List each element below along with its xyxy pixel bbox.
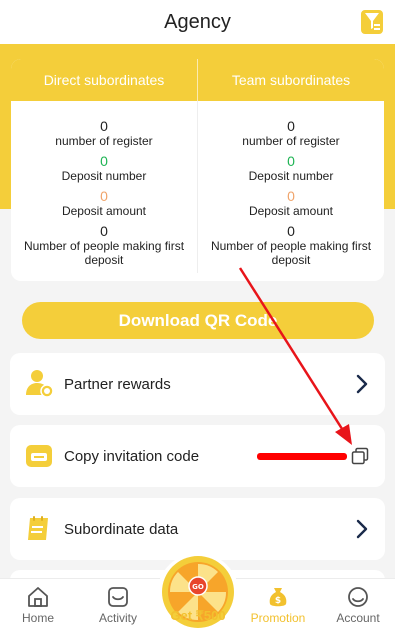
direct-deposit-amount: 0 Deposit amount <box>11 188 197 219</box>
stat-value: 0 <box>100 188 108 204</box>
partner-rewards-label: Partner rewards <box>64 375 171 393</box>
chevron-right-icon <box>356 374 368 394</box>
card-body: 0 number of register 0 Deposit number 0 … <box>11 101 384 273</box>
stat-label: number of register <box>55 134 153 148</box>
filter-icon[interactable] <box>361 10 383 34</box>
home-icon <box>28 587 48 607</box>
team-subordinates-title: Team subordinates <box>197 59 384 101</box>
activity-icon <box>108 587 128 607</box>
redacted-invitation-code <box>257 453 347 460</box>
stat-value: 0 <box>100 223 108 239</box>
chevron-right-icon <box>356 519 368 539</box>
subordinate-data-row[interactable]: Subordinate data <box>10 498 385 560</box>
page-title: Agency <box>164 10 231 33</box>
team-deposit-number: 0 Deposit number <box>198 153 384 184</box>
download-qr-code-button[interactable]: Download QR Code <box>22 302 374 339</box>
stat-label: Deposit number <box>61 169 147 183</box>
tab-account[interactable]: Account <box>328 585 388 625</box>
team-first-deposit: 0 Number of people making first deposit <box>198 223 384 268</box>
tab-activity[interactable]: Activity <box>88 585 148 625</box>
stat-value: 0 <box>287 223 295 239</box>
team-deposit-amount: 0 Deposit amount <box>198 188 384 219</box>
card-header: Direct subordinates Team subordinates <box>11 59 384 101</box>
direct-subordinates-title: Direct subordinates <box>43 72 165 88</box>
stat-value: 0 <box>287 118 295 134</box>
subordinate-data-label: Subordinate data <box>64 520 179 538</box>
team-register: 0 number of register <box>198 118 384 149</box>
money-bag-icon: $ <box>269 588 287 607</box>
stat-value: 0 <box>100 118 108 134</box>
team-column: 0 number of register 0 Deposit number 0 … <box>197 101 384 273</box>
invitation-icon <box>26 445 52 467</box>
tab-home[interactable]: Home <box>8 585 68 625</box>
partner-rewards-row[interactable]: Partner rewards <box>10 353 385 415</box>
subordinates-card: Direct subordinates Team subordinates 0 … <box>11 59 384 281</box>
direct-deposit-number: 0 Deposit number <box>11 153 197 184</box>
stat-value: 0 <box>287 188 295 204</box>
header: Agency <box>0 0 395 44</box>
tab-account-label: Account <box>336 611 380 625</box>
account-icon <box>348 587 368 607</box>
partner-rewards-icon <box>26 370 54 398</box>
stat-value: 0 <box>100 153 108 169</box>
get-bonus-label[interactable]: Get ₹500 <box>150 608 246 624</box>
stat-label: Number of people making first deposit <box>210 239 372 267</box>
stat-label: Deposit amount <box>61 204 147 218</box>
stat-label: Deposit amount <box>248 204 334 218</box>
direct-first-deposit: 0 Number of people making first deposit <box>11 223 197 268</box>
tab-promotion[interactable]: $ Promotion <box>248 585 308 625</box>
svg-text:$: $ <box>275 596 281 606</box>
direct-register: 0 number of register <box>11 118 197 149</box>
subordinate-data-icon <box>28 516 48 540</box>
tab-promotion-label: Promotion <box>250 611 306 625</box>
wheel-go-label: GO <box>192 583 204 591</box>
copy-icon[interactable] <box>351 447 369 465</box>
stat-label: Deposit number <box>248 169 334 183</box>
stat-value: 0 <box>287 153 295 169</box>
stat-label: Number of people making first deposit <box>23 239 185 267</box>
direct-column: 0 number of register 0 Deposit number 0 … <box>11 101 197 273</box>
stat-label: number of register <box>242 134 340 148</box>
tab-home-label: Home <box>21 611 54 625</box>
tab-activity-label: Activity <box>98 611 137 625</box>
